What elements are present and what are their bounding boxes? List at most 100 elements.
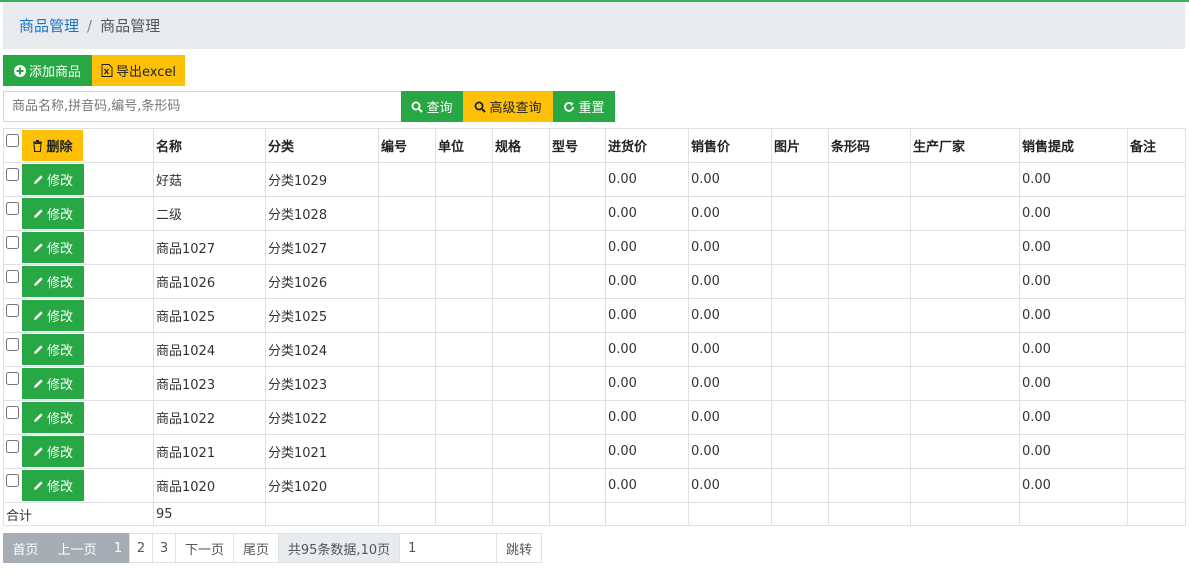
cell-code <box>378 162 436 197</box>
pencil-icon <box>33 481 43 490</box>
row-checkbox[interactable] <box>6 474 19 487</box>
reset-button[interactable]: 重置 <box>553 91 615 122</box>
toolbar: 添加商品 导出excel <box>3 55 185 86</box>
edit-button[interactable]: 修改 <box>22 266 84 297</box>
table-row: 修改 商品1024 分类1024 0.00 0.00 0.00 <box>3 332 1186 367</box>
export-excel-button[interactable]: 导出excel <box>92 55 185 86</box>
header-actions-cell: 删除 <box>3 128 154 163</box>
query-button[interactable]: 查询 <box>401 91 463 122</box>
cell-barcode <box>828 434 911 469</box>
pencil-icon <box>33 345 43 354</box>
edit-button[interactable]: 修改 <box>22 436 84 467</box>
jump-button[interactable]: 跳转 <box>496 533 542 563</box>
column-header-commission[interactable]: 销售提成 <box>1019 128 1128 163</box>
cell-image <box>771 434 829 469</box>
cell-spec <box>492 162 550 197</box>
row-checkbox[interactable] <box>6 202 19 215</box>
column-header-unit[interactable]: 单位 <box>435 128 493 163</box>
edit-button[interactable]: 修改 <box>22 334 84 365</box>
row-checkbox[interactable] <box>6 372 19 385</box>
row-checkbox[interactable] <box>6 236 19 249</box>
first-page-button[interactable]: 首页 <box>3 533 48 563</box>
column-header-sale-price[interactable]: 销售价 <box>688 128 772 163</box>
row-checkbox[interactable] <box>6 440 19 453</box>
cell-image <box>771 468 829 503</box>
table-body: 修改 好菇 分类1029 0.00 0.00 0.00 修改 二级 分类1028… <box>3 162 1186 503</box>
cell-sale-price: 0.00 <box>688 366 772 401</box>
cell-category: 分类1021 <box>265 434 379 469</box>
cell-unit <box>435 366 493 401</box>
edit-button[interactable]: 修改 <box>22 402 84 433</box>
cell-purchase-price: 0.00 <box>605 332 689 367</box>
prev-page-button[interactable]: 上一页 <box>47 533 107 563</box>
cell-commission: 0.00 <box>1019 196 1128 231</box>
cell-manufacturer <box>910 468 1020 503</box>
search-input[interactable] <box>3 91 401 122</box>
cell-category: 分类1028 <box>265 196 379 231</box>
delete-button[interactable]: 删除 <box>22 130 83 161</box>
export-excel-label: 导出excel <box>116 65 176 80</box>
column-header-purchase-price[interactable]: 进货价 <box>605 128 689 163</box>
pencil-icon <box>33 311 43 320</box>
cell-sale-price: 0.00 <box>688 468 772 503</box>
total-label: 合计 <box>3 502 154 526</box>
column-header-spec[interactable]: 规格 <box>492 128 550 163</box>
cell-purchase-price: 0.00 <box>605 162 689 197</box>
cell-model <box>549 400 606 435</box>
advanced-query-button[interactable]: 高级查询 <box>463 91 553 122</box>
row-checkbox[interactable] <box>6 270 19 283</box>
cell-sale-price: 0.00 <box>688 400 772 435</box>
row-checkbox[interactable] <box>6 406 19 419</box>
search-icon <box>411 101 424 113</box>
edit-button[interactable]: 修改 <box>22 164 84 195</box>
jump-page-input[interactable] <box>399 533 497 563</box>
edit-button[interactable]: 修改 <box>22 232 84 263</box>
column-header-barcode[interactable]: 条形码 <box>828 128 911 163</box>
edit-button[interactable]: 修改 <box>22 300 84 331</box>
row-actions-cell: 修改 <box>3 162 154 197</box>
next-page-button[interactable]: 下一页 <box>175 533 234 563</box>
row-checkbox[interactable] <box>6 168 19 181</box>
cell-purchase-price: 0.00 <box>605 400 689 435</box>
cell-category: 分类1024 <box>265 332 379 367</box>
row-actions-cell: 修改 <box>3 468 154 503</box>
cell-manufacturer <box>910 196 1020 231</box>
column-header-name[interactable]: 名称 <box>153 128 266 163</box>
cell-name: 商品1026 <box>153 264 266 299</box>
cell-sale-price: 0.00 <box>688 264 772 299</box>
row-checkbox[interactable] <box>6 338 19 351</box>
page-2-button[interactable]: 2 <box>129 533 153 563</box>
trash-icon <box>33 139 43 152</box>
edit-button[interactable]: 修改 <box>22 368 84 399</box>
add-product-label: 添加商品 <box>28 65 81 80</box>
cell-category: 分类1029 <box>265 162 379 197</box>
edit-button[interactable]: 修改 <box>22 470 84 501</box>
pencil-icon <box>33 209 43 218</box>
pencil-icon <box>33 447 43 456</box>
cell-model <box>549 366 606 401</box>
select-all-checkbox[interactable] <box>6 134 19 147</box>
cell-barcode <box>828 230 911 265</box>
row-checkbox[interactable] <box>6 304 19 317</box>
column-header-image[interactable]: 图片 <box>771 128 829 163</box>
last-page-button[interactable]: 尾页 <box>233 533 279 563</box>
column-header-code[interactable]: 编号 <box>378 128 436 163</box>
page-3-button[interactable]: 3 <box>152 533 176 563</box>
column-header-category[interactable]: 分类 <box>265 128 379 163</box>
edit-button[interactable]: 修改 <box>22 198 84 229</box>
cell-image <box>771 230 829 265</box>
cell-name: 商品1020 <box>153 468 266 503</box>
cell-name: 商品1021 <box>153 434 266 469</box>
column-header-remark[interactable]: 备注 <box>1127 128 1186 163</box>
column-header-manufacturer[interactable]: 生产厂家 <box>910 128 1020 163</box>
cell-unit <box>435 400 493 435</box>
breadcrumb-link[interactable]: 商品管理 <box>19 15 79 36</box>
add-product-button[interactable]: 添加商品 <box>3 55 92 86</box>
pencil-icon <box>33 379 43 388</box>
page-1-button[interactable]: 1 <box>106 533 130 563</box>
column-header-model[interactable]: 型号 <box>549 128 606 163</box>
cell-remark <box>1127 264 1186 299</box>
cell-purchase-price: 0.00 <box>605 230 689 265</box>
refresh-icon <box>564 101 575 112</box>
edit-label: 修改 <box>46 412 73 427</box>
